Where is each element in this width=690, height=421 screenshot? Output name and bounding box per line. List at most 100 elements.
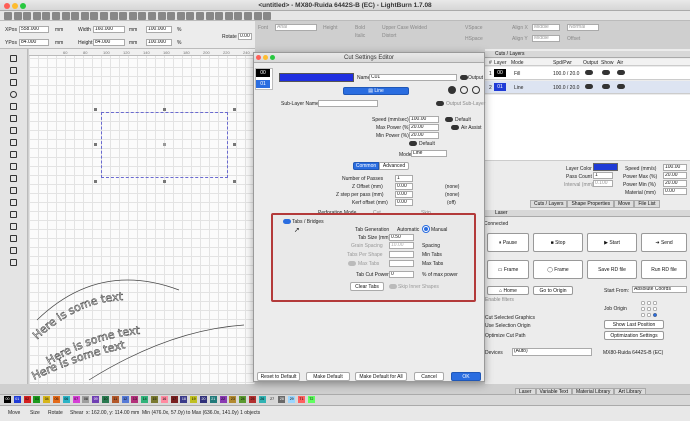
palette-swatch[interactable]: 02 [23,396,31,403]
tab-size-input[interactable]: 0.50 [389,234,414,241]
dialog-layer-color[interactable] [279,73,354,82]
optimization-settings-button[interactable]: Optimization Settings [604,331,664,340]
plus-icon[interactable] [460,86,468,94]
height-percent-input[interactable]: 100.000 [146,39,172,46]
boolean-icon[interactable] [10,235,17,242]
pass-count-input[interactable]: 1 [593,172,613,179]
toolbar-tool-icon[interactable] [52,12,60,20]
max-power-input[interactable]: 20.00 [409,124,439,131]
tab-move[interactable]: Move [614,200,635,208]
distort-label[interactable]: Distort [382,33,396,39]
home-button[interactable]: ⌂ Home [487,286,529,295]
tab-cut-power-input[interactable]: 0 [389,271,414,278]
dialog-close-button[interactable] [256,55,261,60]
start-from-select[interactable]: Absolute Coords [632,286,687,293]
speed-default-toggle[interactable] [445,117,453,122]
position-laser-icon[interactable] [10,139,17,146]
power-max-input[interactable]: 20.00 [663,172,687,179]
toolbar-tool-icon[interactable] [23,12,32,20]
interval-input[interactable]: 0.100 [593,180,613,187]
speed-input[interactable]: 100.00 [409,116,439,123]
close-window-button[interactable] [4,3,10,9]
kerf-input[interactable]: 0.00 [395,199,413,206]
frame-circle-button[interactable]: ◯ Frame [533,260,583,279]
palette-swatch[interactable]: 10 [102,396,109,403]
start-button[interactable]: ▶ Start [587,233,637,252]
welded-label[interactable]: Welded [410,25,427,31]
palette-swatch[interactable]: 15 [151,396,158,403]
circular-array-icon[interactable] [10,199,17,206]
dialog-layer-item[interactable]: 00 [256,69,270,77]
rectangle-icon[interactable] [10,79,17,86]
record-icon[interactable] [448,86,456,94]
selection-handle[interactable] [233,180,236,183]
toolbar-tool-icon[interactable] [138,12,147,20]
toolbar-tool-icon[interactable] [167,12,176,20]
distribute-icon[interactable] [10,259,17,266]
go-to-origin-button[interactable]: Go to Origin [533,286,573,295]
palette-swatch[interactable]: 28 [278,396,286,403]
layer-color-chip[interactable]: 01 [494,83,506,91]
min-power-input[interactable]: 20.00 [409,132,439,139]
palette-swatch[interactable]: 13 [131,396,139,403]
selection-handle[interactable] [94,143,97,146]
palette-swatch[interactable]: 09 [92,396,100,403]
line-icon[interactable] [10,127,17,134]
tab-icon[interactable] [10,175,17,182]
enable-filters-label[interactable]: Enable filters [485,297,514,303]
toolbar-tool-icon[interactable] [234,12,243,20]
output-sublayer-toggle[interactable] [436,101,444,106]
max-tabs-toggle[interactable] [348,261,356,266]
minus-icon[interactable] [472,86,480,94]
pen-icon[interactable] [10,163,17,170]
selection-handle[interactable] [94,180,97,183]
measure-icon[interactable] [10,151,17,158]
output-toggle[interactable] [460,75,468,80]
reset-default-button[interactable]: Reset to Default [257,372,300,381]
toolbar-tool-icon[interactable] [42,12,51,20]
grain-spacing-input[interactable]: 10.00 [389,242,414,249]
toolbar-tool-icon[interactable] [215,12,224,20]
curved-text-art[interactable]: Here is some text Here is some text Here… [29,270,255,384]
toolbar-tool-icon[interactable] [109,12,118,20]
palette-swatch[interactable]: 20 [200,396,207,403]
selection-handle[interactable] [163,180,166,183]
tabs-bridges-toggle[interactable] [283,219,291,224]
palette-swatch[interactable]: 00 [4,396,11,403]
tab-shape-properties[interactable]: Shape Properties [567,200,615,208]
tab-common[interactable]: Common [353,162,379,170]
toolbar-tool-icon[interactable] [186,12,195,20]
height-input[interactable]: 84.000 [93,39,125,46]
manual-radio-dot[interactable] [423,226,429,232]
toolbar-tool-icon[interactable] [80,12,89,20]
automatic-radio[interactable]: Automatic [397,227,419,233]
selection-handle[interactable] [233,143,236,146]
toolbar-tool-icon[interactable] [71,12,80,20]
palette-swatch[interactable]: 14 [141,396,149,403]
weld-icon[interactable] [10,223,17,230]
tab-advanced[interactable]: Advanced [379,162,409,170]
ellipse-icon[interactable] [10,91,17,98]
output-toggle[interactable] [585,84,593,89]
minimize-window-button[interactable] [12,3,18,9]
layer-color-swatch[interactable] [593,163,618,171]
tab-cuts-layers[interactable]: Cuts / Layers [530,200,568,208]
upper-case-label[interactable]: Upper Case [382,25,409,31]
palette-swatch[interactable]: 04 [43,396,51,403]
align-x-select[interactable]: Middle [532,24,560,31]
devices-select[interactable]: (Auto) [512,348,592,356]
offset-icon[interactable] [10,211,17,218]
palette-swatch[interactable]: 29 [288,396,296,403]
toolbar-tool-icon[interactable] [13,12,22,20]
clear-tabs-button[interactable]: Clear Tabs [350,282,384,291]
move-toggle[interactable]: Move [8,410,20,416]
job-origin-grid[interactable] [640,300,658,318]
make-default-all-button[interactable]: Make Default for All [355,372,407,381]
grid-array-icon[interactable] [10,187,17,194]
palette-swatch[interactable]: 16 [160,396,168,403]
palette-swatch[interactable]: 19 [190,396,198,403]
air-assist-toggle[interactable] [451,125,459,130]
mode-select[interactable]: Line [411,150,447,157]
toolbar-tool-icon[interactable] [176,12,185,20]
toolbar-tool-icon[interactable] [61,12,70,20]
